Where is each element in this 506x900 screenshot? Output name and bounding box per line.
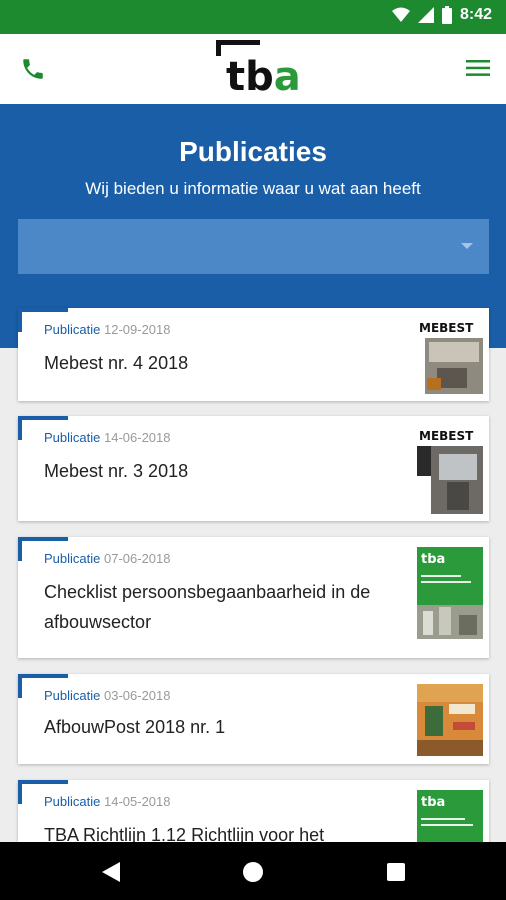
publication-date: 14-06-2018 [104,430,171,445]
publication-type: Publicatie [44,688,101,703]
card-accent [18,416,22,440]
menu-icon[interactable] [466,59,490,77]
publication-meta: Publicatie 14-06-2018 [44,430,171,445]
publication-type: Publicatie [44,322,101,337]
battery-icon [441,6,452,24]
publication-thumbnail: tba [417,547,483,639]
publication-card[interactable]: Publicatie 07-06-2018 Checklist persoons… [18,537,489,658]
card-accent [18,674,22,698]
card-accent [18,537,22,561]
svg-text:tba: tba [226,54,300,96]
page-title: Publicaties [179,136,327,167]
publication-thumbnail: MEBEST [417,318,483,394]
publication-title: Mebest nr. 3 2018 [44,461,189,481]
publication-type: Publicatie [44,551,101,566]
card-accent [18,308,22,332]
card-accent [18,780,22,804]
recents-icon[interactable] [387,863,405,881]
thumbnail-label: MEBEST [419,429,474,443]
publication-meta: Publicatie 12-09-2018 [44,322,171,337]
page-subtitle: Wij bieden u informatie waar u wat aan h… [85,179,421,198]
publication-card[interactable]: Publicatie 03-06-2018 AfbouwPost 2018 nr… [18,674,489,764]
publication-thumbnail: MEBEST [417,426,483,514]
tba-logo[interactable]: tba [216,40,300,96]
publication-meta: Publicatie 14-05-2018 [44,794,171,809]
publication-meta: Publicatie 03-06-2018 [44,688,171,703]
signal-icon [417,7,434,23]
card-accent [18,780,68,784]
publication-title: AfbouwPost 2018 nr. 1 [44,717,226,737]
phone-icon[interactable] [20,56,46,82]
card-accent [18,537,68,541]
status-bar: 8:42 [0,0,506,34]
publication-date: 07-06-2018 [104,551,171,566]
thumbnail-label: tba [421,552,445,567]
back-icon[interactable] [102,862,120,882]
publication-title: Checklist persoonsbegaanbaarheid in de a… [44,582,371,632]
publication-meta: Publicatie 07-06-2018 [44,551,171,566]
publication-date: 14-05-2018 [104,794,171,809]
card-accent [18,308,68,312]
publication-date: 03-06-2018 [104,688,171,703]
publication-thumbnail: tba [417,790,483,846]
publication-title: Mebest nr. 4 2018 [44,353,189,373]
publication-card[interactable]: Publicatie 12-09-2018 Mebest nr. 4 2018 … [18,308,489,401]
status-time: 8:42 [459,6,492,23]
publication-type: Publicatie [44,794,101,809]
card-accent [18,674,68,678]
publication-thumbnail [417,684,483,756]
thumbnail-label: tba [421,795,445,810]
system-nav-bar [0,842,506,900]
wifi-icon [391,7,410,22]
app-bar: tba [0,34,506,104]
thumbnail-label: MEBEST [419,321,474,335]
chevron-down-icon [461,243,473,249]
publication-date: 12-09-2018 [104,322,171,337]
category-filter-select[interactable] [18,219,489,274]
publication-card[interactable]: Publicatie 14-05-2018 TBA Richtlijn 1.12… [18,780,489,850]
card-accent [18,416,68,420]
publication-type: Publicatie [44,430,101,445]
publication-card[interactable]: Publicatie 14-06-2018 Mebest nr. 3 2018 … [18,416,489,521]
home-icon[interactable] [243,862,263,882]
